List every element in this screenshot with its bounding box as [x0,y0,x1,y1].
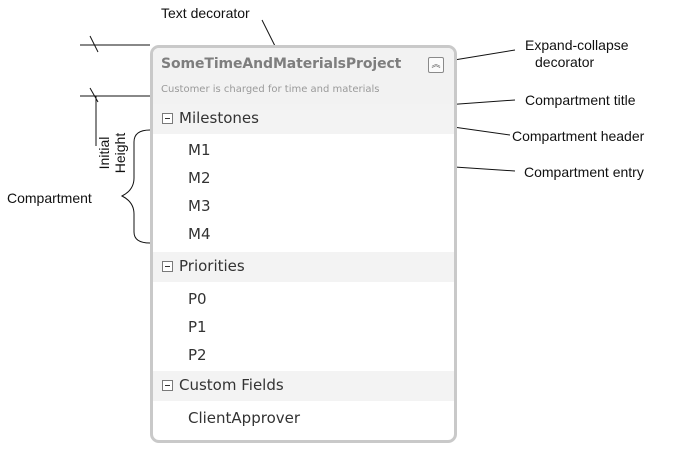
compartment-entry[interactable]: P0 [188,290,207,308]
compartment-header-custom-fields[interactable]: Custom Fields [153,371,454,401]
collapse-minus-icon[interactable] [162,380,173,391]
expand-collapse-label-line2: decorator [535,54,595,70]
compartment-entry[interactable]: M4 [188,225,211,243]
text-decorator-label: Text decorator [161,5,250,21]
initial-height-line1: Initial [96,136,112,170]
expand-collapse-label-line1: Expand-collapse [525,37,629,53]
compartment-label: Compartment [7,190,92,206]
compartment-entry[interactable]: P1 [188,318,207,336]
shape-subtitle: Customer is charged for time and materia… [161,84,380,95]
initial-height-line2: Height [112,132,128,174]
top-dimension-tick [89,35,99,53]
collapse-minus-icon[interactable] [162,261,173,272]
compartment-entry[interactable]: ClientApprover [188,409,300,427]
compartment-entry[interactable]: M1 [188,141,211,159]
height-top-tick [89,87,99,103]
compartment-title: Milestones [179,109,259,127]
compartment-title: Custom Fields [179,376,284,394]
collapse-minus-icon[interactable] [162,113,173,124]
compartment-entry[interactable]: M3 [188,197,211,215]
compartment-header-priorities[interactable]: Priorities [153,252,454,282]
compartment-header-label: Compartment header [512,128,645,144]
compartment-entry[interactable]: P2 [188,346,207,364]
compartment-header-milestones[interactable]: Milestones [153,104,454,134]
compartment-entry[interactable]: M2 [188,169,211,187]
double-chevron-up-icon[interactable]: ︽ [428,57,444,73]
compartment-entry-label: Compartment entry [524,164,644,180]
shape-title: SomeTimeAndMaterialsProject [161,56,402,72]
class-shape: SomeTimeAndMaterialsProject Customer is … [150,45,457,443]
initial-height-label: Initial Height [96,133,128,173]
compartment-title-label: Compartment title [525,92,636,108]
compartment-title: Priorities [179,257,245,275]
